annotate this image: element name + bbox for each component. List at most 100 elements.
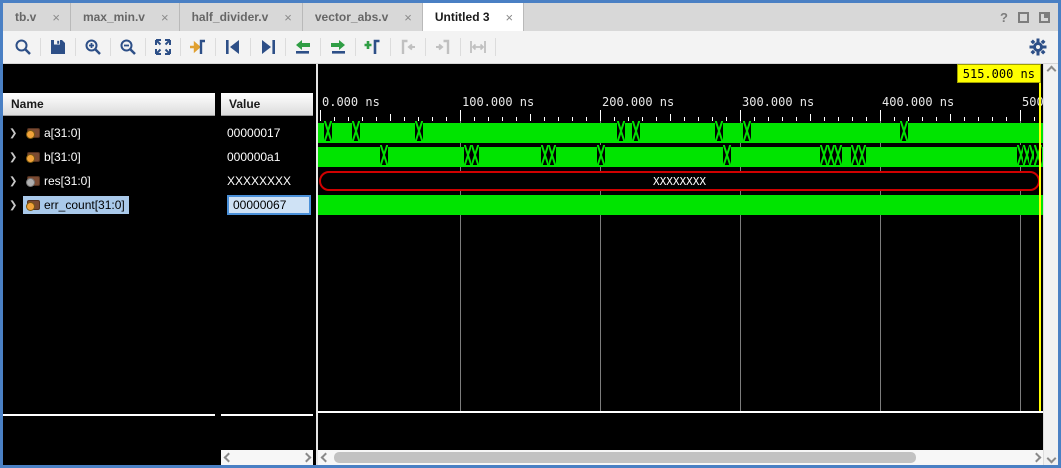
- ruler-tick: [670, 114, 671, 121]
- ruler-time-label: 200.000 ns: [602, 95, 674, 109]
- zoom-fit-icon: [154, 38, 172, 56]
- tab-bar: tb.v×max_min.v×half_divider.v×vector_abs…: [3, 3, 1058, 31]
- bus-signal-icon: [27, 152, 40, 162]
- scroll-right-icon[interactable]: [1029, 454, 1043, 461]
- ruler-tick: [950, 114, 951, 121]
- previous-marker-button[interactable]: [394, 34, 422, 60]
- next-marker-icon: [434, 38, 452, 56]
- names-top-strip: [3, 64, 215, 93]
- signal-row-name[interactable]: ❯ err_count[31:0]: [3, 193, 215, 217]
- ruler-tick: [460, 110, 461, 121]
- bus-wave: [318, 195, 1043, 215]
- wave-window: tb.v×max_min.v×half_divider.v×vector_abs…: [0, 0, 1061, 468]
- bus-transition: [723, 145, 731, 165]
- toolbar-separator: [215, 38, 216, 56]
- wave-toolbar: [3, 31, 1058, 64]
- signal-row-value[interactable]: XXXXXXXX: [221, 169, 313, 193]
- waveform-row[interactable]: [318, 121, 1043, 145]
- swap-cursors-button[interactable]: [464, 34, 492, 60]
- ruler-tick: [530, 114, 531, 121]
- expand-chevron-icon[interactable]: ❯: [9, 128, 19, 139]
- tab-label: vector_abs.v: [315, 10, 388, 24]
- expand-chevron-icon[interactable]: ❯: [9, 152, 19, 163]
- scroll-left-icon[interactable]: [318, 454, 332, 461]
- zoom-fit-button[interactable]: [149, 34, 177, 60]
- save-wave-config-button[interactable]: [44, 34, 72, 60]
- ruler-tick: [320, 110, 321, 121]
- bus-transition: [858, 145, 866, 165]
- scroll-right-icon[interactable]: [299, 454, 313, 461]
- toolbar-separator: [460, 38, 461, 56]
- time-cursor-line[interactable]: [1039, 83, 1041, 411]
- close-icon[interactable]: ×: [52, 10, 60, 25]
- ruler-time-label: 0.000 ns: [322, 95, 380, 109]
- zoom-out-button[interactable]: [114, 34, 142, 60]
- waveform-panel[interactable]: 515.000 ns 0.000 ns100.000 ns200.000 ns3…: [318, 64, 1043, 465]
- wave-horizontal-scrollbar[interactable]: [318, 450, 1043, 465]
- unknown-value-label: XXXXXXXX: [653, 175, 706, 188]
- zoom-out-icon: [119, 38, 137, 56]
- signal-row-value[interactable]: 000000a1: [221, 145, 313, 169]
- signal-row-name[interactable]: ❯ a[31:0]: [3, 121, 215, 145]
- signal-name-label: a[31:0]: [44, 126, 81, 140]
- bus-transition: [548, 145, 556, 165]
- ruler-tick: [880, 110, 881, 121]
- name-column-header[interactable]: Name: [3, 93, 215, 116]
- go-to-time-0-button[interactable]: [219, 34, 247, 60]
- next-marker-button[interactable]: [429, 34, 457, 60]
- expand-chevron-icon[interactable]: ❯: [9, 176, 19, 187]
- close-icon[interactable]: ×: [506, 10, 514, 25]
- scroll-left-icon[interactable]: [221, 454, 235, 461]
- toolbar-separator: [110, 38, 111, 56]
- signal-row-value[interactable]: 00000067: [221, 193, 313, 217]
- tab-half-divider-v[interactable]: half_divider.v ×: [180, 3, 303, 31]
- maximize-icon[interactable]: [1018, 12, 1029, 23]
- signal-value-box[interactable]: 00000067: [227, 195, 311, 215]
- go-to-last-time-icon: [259, 38, 277, 56]
- zoom-in-button[interactable]: [79, 34, 107, 60]
- next-transition-icon: [329, 38, 347, 56]
- value-header-label: Value: [229, 97, 260, 111]
- tab-label: tb.v: [15, 10, 36, 24]
- close-icon[interactable]: ×: [284, 10, 292, 25]
- close-icon[interactable]: ×: [404, 10, 412, 25]
- help-icon[interactable]: ?: [1000, 11, 1008, 24]
- bus-transition: [415, 121, 423, 141]
- close-icon[interactable]: ×: [161, 10, 169, 25]
- expand-chevron-icon[interactable]: ❯: [9, 200, 19, 211]
- waveform-row[interactable]: [318, 193, 1043, 217]
- wave-vertical-scrollbar[interactable]: [1043, 64, 1058, 465]
- previous-transition-button[interactable]: [289, 34, 317, 60]
- tab-untitled-3[interactable]: Untitled 3×: [423, 3, 524, 31]
- value-column-header[interactable]: Value: [221, 93, 313, 116]
- add-marker-button[interactable]: [359, 34, 387, 60]
- waveform-row[interactable]: XXXXXXXX: [318, 169, 1043, 193]
- signal-name-wrap: err_count[31:0]: [23, 196, 129, 214]
- bus-transition: [715, 121, 723, 141]
- signal-row-name[interactable]: ❯ res[31:0]: [3, 169, 215, 193]
- scroll-up-icon[interactable]: [1046, 66, 1056, 76]
- tab-vector-abs-v[interactable]: vector_abs.v ×: [303, 3, 423, 31]
- signal-row-value[interactable]: 00000017: [221, 121, 313, 145]
- next-transition-button[interactable]: [324, 34, 352, 60]
- waveform-row[interactable]: [318, 145, 1043, 169]
- bus-wave: [318, 147, 1043, 167]
- tab-max-min-v[interactable]: max_min.v×: [71, 3, 180, 31]
- time-ruler[interactable]: 0.000 ns100.000 ns200.000 ns300.000 ns40…: [318, 93, 1043, 121]
- wave-scroll-thumb[interactable]: [334, 452, 916, 463]
- go-to-last-time-button[interactable]: [254, 34, 282, 60]
- tab-tb-v[interactable]: tb.v ×: [3, 3, 71, 31]
- find-button[interactable]: [9, 34, 37, 60]
- name-header-label: Name: [11, 97, 44, 111]
- signal-row-name[interactable]: ❯b[31:0]: [3, 145, 215, 169]
- signal-names-panel: Name ❯a[31:0]❯b[31:0]❯res[31:0]❯err_coun…: [3, 64, 215, 465]
- go-to-cursor-button[interactable]: [184, 34, 212, 60]
- signal-name-label: res[31:0]: [44, 174, 91, 188]
- values-horizontal-scrollbar[interactable]: [221, 450, 313, 465]
- scroll-down-icon[interactable]: [1046, 454, 1056, 464]
- signal-name-wrap: res[31:0]: [23, 172, 95, 190]
- toolbar-separator: [355, 38, 356, 56]
- tab-label: half_divider.v: [192, 10, 269, 24]
- settings-button[interactable]: [1024, 34, 1052, 60]
- float-icon[interactable]: [1039, 12, 1050, 23]
